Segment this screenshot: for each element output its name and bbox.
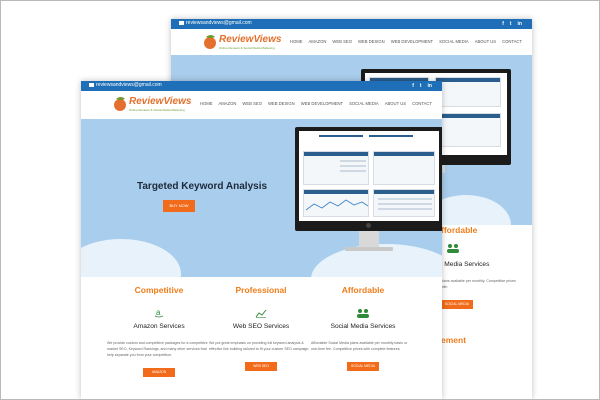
front-menu-contact[interactable]: CONTACT — [412, 101, 432, 106]
people-icon — [357, 305, 369, 318]
amazon-icon: a — [153, 305, 165, 318]
back-topbar: reviewsandviews@gmail.com f t in — [171, 19, 532, 29]
feature-competitive: Competitive a Amazon Services We provide… — [105, 285, 213, 377]
social-media-button[interactable]: SOCIAL MEDIA — [347, 362, 379, 371]
back-logo-tagline: Online Reviews & Social Media Marketing — [219, 46, 275, 50]
hero-monitor-image — [295, 127, 442, 257]
feature-text: We provide custom and competitive packag… — [107, 341, 208, 357]
feature-professional: Professional Web SEO Services We put gre… — [207, 285, 315, 371]
web-seo-button[interactable]: WEB SEO — [245, 362, 277, 371]
back-social-title: l Media Services — [441, 261, 490, 268]
feature-heading: Affordable — [341, 285, 385, 295]
front-page-mockup: reviewsandviews@gmail.com f t in ReviewV… — [81, 81, 442, 399]
front-menu-web-development[interactable]: WEB DEVELOPMENT — [301, 101, 343, 106]
back-people-icon — [447, 244, 459, 253]
feature-title: Social Media Services — [330, 323, 396, 330]
front-menu-social-media[interactable]: SOCIAL MEDIA — [349, 101, 379, 106]
front-social-links: f t in — [412, 82, 432, 90]
front-menu-home[interactable]: HOME — [200, 101, 213, 106]
front-topbar: reviewsandviews@gmail.com f t in — [81, 81, 442, 91]
feature-text: Affordable Social Media plans available … — [311, 341, 408, 351]
chart-icon — [255, 305, 267, 318]
back-menu-web-development[interactable]: WEB DEVELOPMENT — [391, 39, 433, 44]
hero-title: Targeted Keyword Analysis — [137, 181, 268, 192]
logo-leaf-icon — [114, 97, 126, 111]
back-email-text: reviewsandviews@gmail.com — [186, 20, 252, 26]
front-email-text: reviewsandviews@gmail.com — [96, 82, 162, 88]
back-menu: HOME AMAZON WEB SEO WEB DESIGN WEB DEVEL… — [290, 39, 522, 44]
feature-affordable: Affordable Social Media Services Afforda… — [309, 285, 417, 371]
svg-text:a: a — [156, 308, 161, 317]
back-menu-amazon[interactable]: AMAZON — [308, 39, 326, 44]
back-menu-home[interactable]: HOME — [290, 39, 303, 44]
back-logo[interactable]: ReviewViews Online Reviews & Social Medi… — [201, 32, 281, 52]
feature-text: We put great emphasis on providing full … — [209, 341, 310, 351]
back-social-text: plans available per monthly. Competitive… — [441, 279, 516, 289]
front-menu-amazon[interactable]: AMAZON — [218, 101, 236, 106]
back-social-button[interactable]: SOCIAL MEDIA — [441, 300, 473, 309]
back-affordable-column: ffordable l Media Services plans availab… — [441, 225, 531, 345]
twitter-icon[interactable]: t — [510, 20, 512, 28]
back-navbar: ReviewViews Online Reviews & Social Medi… — [171, 29, 532, 55]
front-logo[interactable]: ReviewViews Online Reviews & Social Medi… — [111, 94, 191, 114]
front-logo-word: ReviewViews — [129, 96, 192, 107]
front-menu-web-design[interactable]: WEB DESIGN — [268, 101, 295, 106]
mail-icon — [179, 20, 184, 25]
back-email[interactable]: reviewsandviews@gmail.com — [179, 20, 252, 26]
front-menu-about-us[interactable]: ABOUT US — [385, 101, 406, 106]
hero-buy-now-button[interactable]: BUY NOW — [163, 200, 195, 212]
back-menu-contact[interactable]: CONTACT — [502, 39, 522, 44]
screenshot-frame: reviewsandviews@gmail.com f t in ReviewV… — [0, 0, 600, 400]
back-menu-about-us[interactable]: ABOUT US — [475, 39, 496, 44]
back-logo-word: ReviewViews — [219, 34, 282, 45]
twitter-icon[interactable]: t — [420, 82, 422, 90]
back-menu-web-seo[interactable]: WEB SEO — [332, 39, 352, 44]
amazon-button[interactable]: AMAZON — [143, 368, 175, 377]
front-navbar: ReviewViews Online Reviews & Social Medi… — [81, 91, 442, 117]
front-hero-banner: Targeted Keyword Analysis BUY NOW — [81, 119, 442, 277]
back-affordable-heading: ffordable — [441, 225, 478, 235]
feature-heading: Competitive — [134, 285, 184, 295]
linkedin-icon[interactable]: in — [428, 82, 432, 90]
front-email[interactable]: reviewsandviews@gmail.com — [89, 82, 162, 88]
back-social-links: f t in — [502, 20, 522, 28]
front-menu: HOME AMAZON WEB SEO WEB DESIGN WEB DEVEL… — [200, 101, 432, 106]
linkedin-icon[interactable]: in — [518, 20, 522, 28]
back-menu-social-media[interactable]: SOCIAL MEDIA — [439, 39, 469, 44]
facebook-icon[interactable]: f — [412, 82, 414, 90]
feature-heading: Professional — [235, 285, 287, 295]
feature-title: Amazon Services — [133, 323, 185, 330]
logo-leaf-icon — [204, 35, 216, 49]
back-menu-web-design[interactable]: WEB DESIGN — [358, 39, 385, 44]
feature-title: Web SEO Services — [232, 323, 290, 330]
back-next-heading: ement — [441, 335, 467, 345]
mail-icon — [89, 82, 94, 87]
front-logo-tagline: Online Reviews & Social Media Marketing — [129, 108, 185, 112]
front-menu-web-seo[interactable]: WEB SEO — [242, 101, 262, 106]
facebook-icon[interactable]: f — [502, 20, 504, 28]
